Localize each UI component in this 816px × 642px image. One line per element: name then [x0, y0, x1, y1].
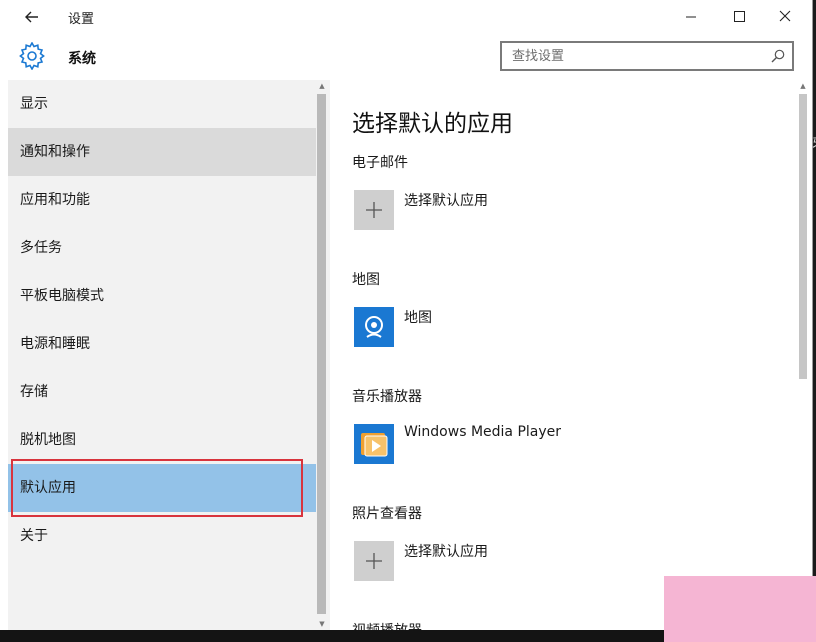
- app-name: 选择默认应用: [404, 193, 488, 209]
- main-content: 选择默认的应用 电子邮件 选择默认应用 地图 地图 音乐播放器 Windows …: [330, 80, 800, 630]
- search-icon[interactable]: [770, 48, 786, 64]
- close-button[interactable]: [762, 2, 808, 32]
- sidebar-item-power-sleep[interactable]: 电源和睡眠: [8, 320, 316, 368]
- app-name: 选择默认应用: [404, 544, 488, 560]
- sidebar-item-about[interactable]: 关于: [8, 512, 316, 560]
- maps-default-app-button[interactable]: 地图: [354, 307, 784, 347]
- sidebar-item-tablet-mode[interactable]: 平板电脑模式: [8, 272, 316, 320]
- plus-icon: [354, 190, 394, 230]
- main-scroll-thumb[interactable]: [799, 94, 807, 379]
- settings-header: 系统: [0, 34, 812, 80]
- section-label-video: 视频播放器: [352, 620, 422, 630]
- scroll-up-icon[interactable]: ▲: [316, 80, 328, 92]
- scroll-up-icon[interactable]: ▲: [797, 80, 809, 92]
- page-title: 选择默认的应用: [352, 111, 513, 137]
- gear-icon: [19, 42, 45, 70]
- search-box[interactable]: [500, 41, 794, 71]
- sidebar-item-storage[interactable]: 存储: [8, 368, 316, 416]
- arrow-left-icon: [25, 11, 38, 23]
- music-default-app-button[interactable]: Windows Media Player: [354, 424, 784, 464]
- minimize-button[interactable]: [668, 2, 714, 32]
- app-name: Windows Media Player: [404, 424, 562, 440]
- sidebar-item-display[interactable]: 显示: [8, 80, 316, 128]
- window-title: 设置: [68, 12, 95, 27]
- desktop-text-fragment: 牙: [812, 134, 816, 151]
- back-button[interactable]: [16, 5, 48, 29]
- sidebar-scroll-thumb[interactable]: [317, 94, 326, 614]
- section-label-maps: 地图: [352, 272, 380, 288]
- section-label-photos: 照片查看器: [352, 506, 422, 522]
- search-input[interactable]: [502, 43, 762, 69]
- media-player-icon: [354, 424, 394, 464]
- minimize-icon: [686, 16, 696, 18]
- sidebar-item-notifications[interactable]: 通知和操作: [8, 128, 316, 176]
- title-bar: 设置: [0, 0, 812, 34]
- section-label-email: 电子邮件: [352, 155, 408, 171]
- sidebar-item-multitasking[interactable]: 多任务: [8, 224, 316, 272]
- email-default-app-button[interactable]: 选择默认应用: [354, 190, 784, 230]
- page-section-title: 系统: [68, 51, 96, 67]
- scroll-down-icon[interactable]: ▼: [316, 618, 328, 630]
- sidebar-item-apps-features[interactable]: 应用和功能: [8, 176, 316, 224]
- watermark-block: [664, 576, 816, 642]
- section-label-music: 音乐播放器: [352, 389, 422, 405]
- maximize-button[interactable]: [716, 2, 762, 32]
- photos-default-app-button[interactable]: 选择默认应用: [354, 541, 784, 581]
- sidebar-scrollbar[interactable]: ▲ ▼: [316, 80, 330, 630]
- sidebar-item-default-apps[interactable]: 默认应用: [8, 464, 316, 512]
- main-scrollbar[interactable]: ▲: [796, 80, 810, 630]
- sidebar-nav: 显示 通知和操作 应用和功能 多任务 平板电脑模式 电源和睡眠 存储 脱机地图 …: [8, 80, 316, 630]
- close-icon: [779, 10, 791, 22]
- sidebar-item-offline-maps[interactable]: 脱机地图: [8, 416, 316, 464]
- app-name: 地图: [404, 310, 432, 326]
- maximize-icon: [734, 11, 745, 22]
- maps-icon: [354, 307, 394, 347]
- plus-icon: [354, 541, 394, 581]
- settings-window: 设置 系统 查找设置 显示 通知和操作 应用和功能 多任务 平板电脑模式 电源和…: [0, 0, 813, 630]
